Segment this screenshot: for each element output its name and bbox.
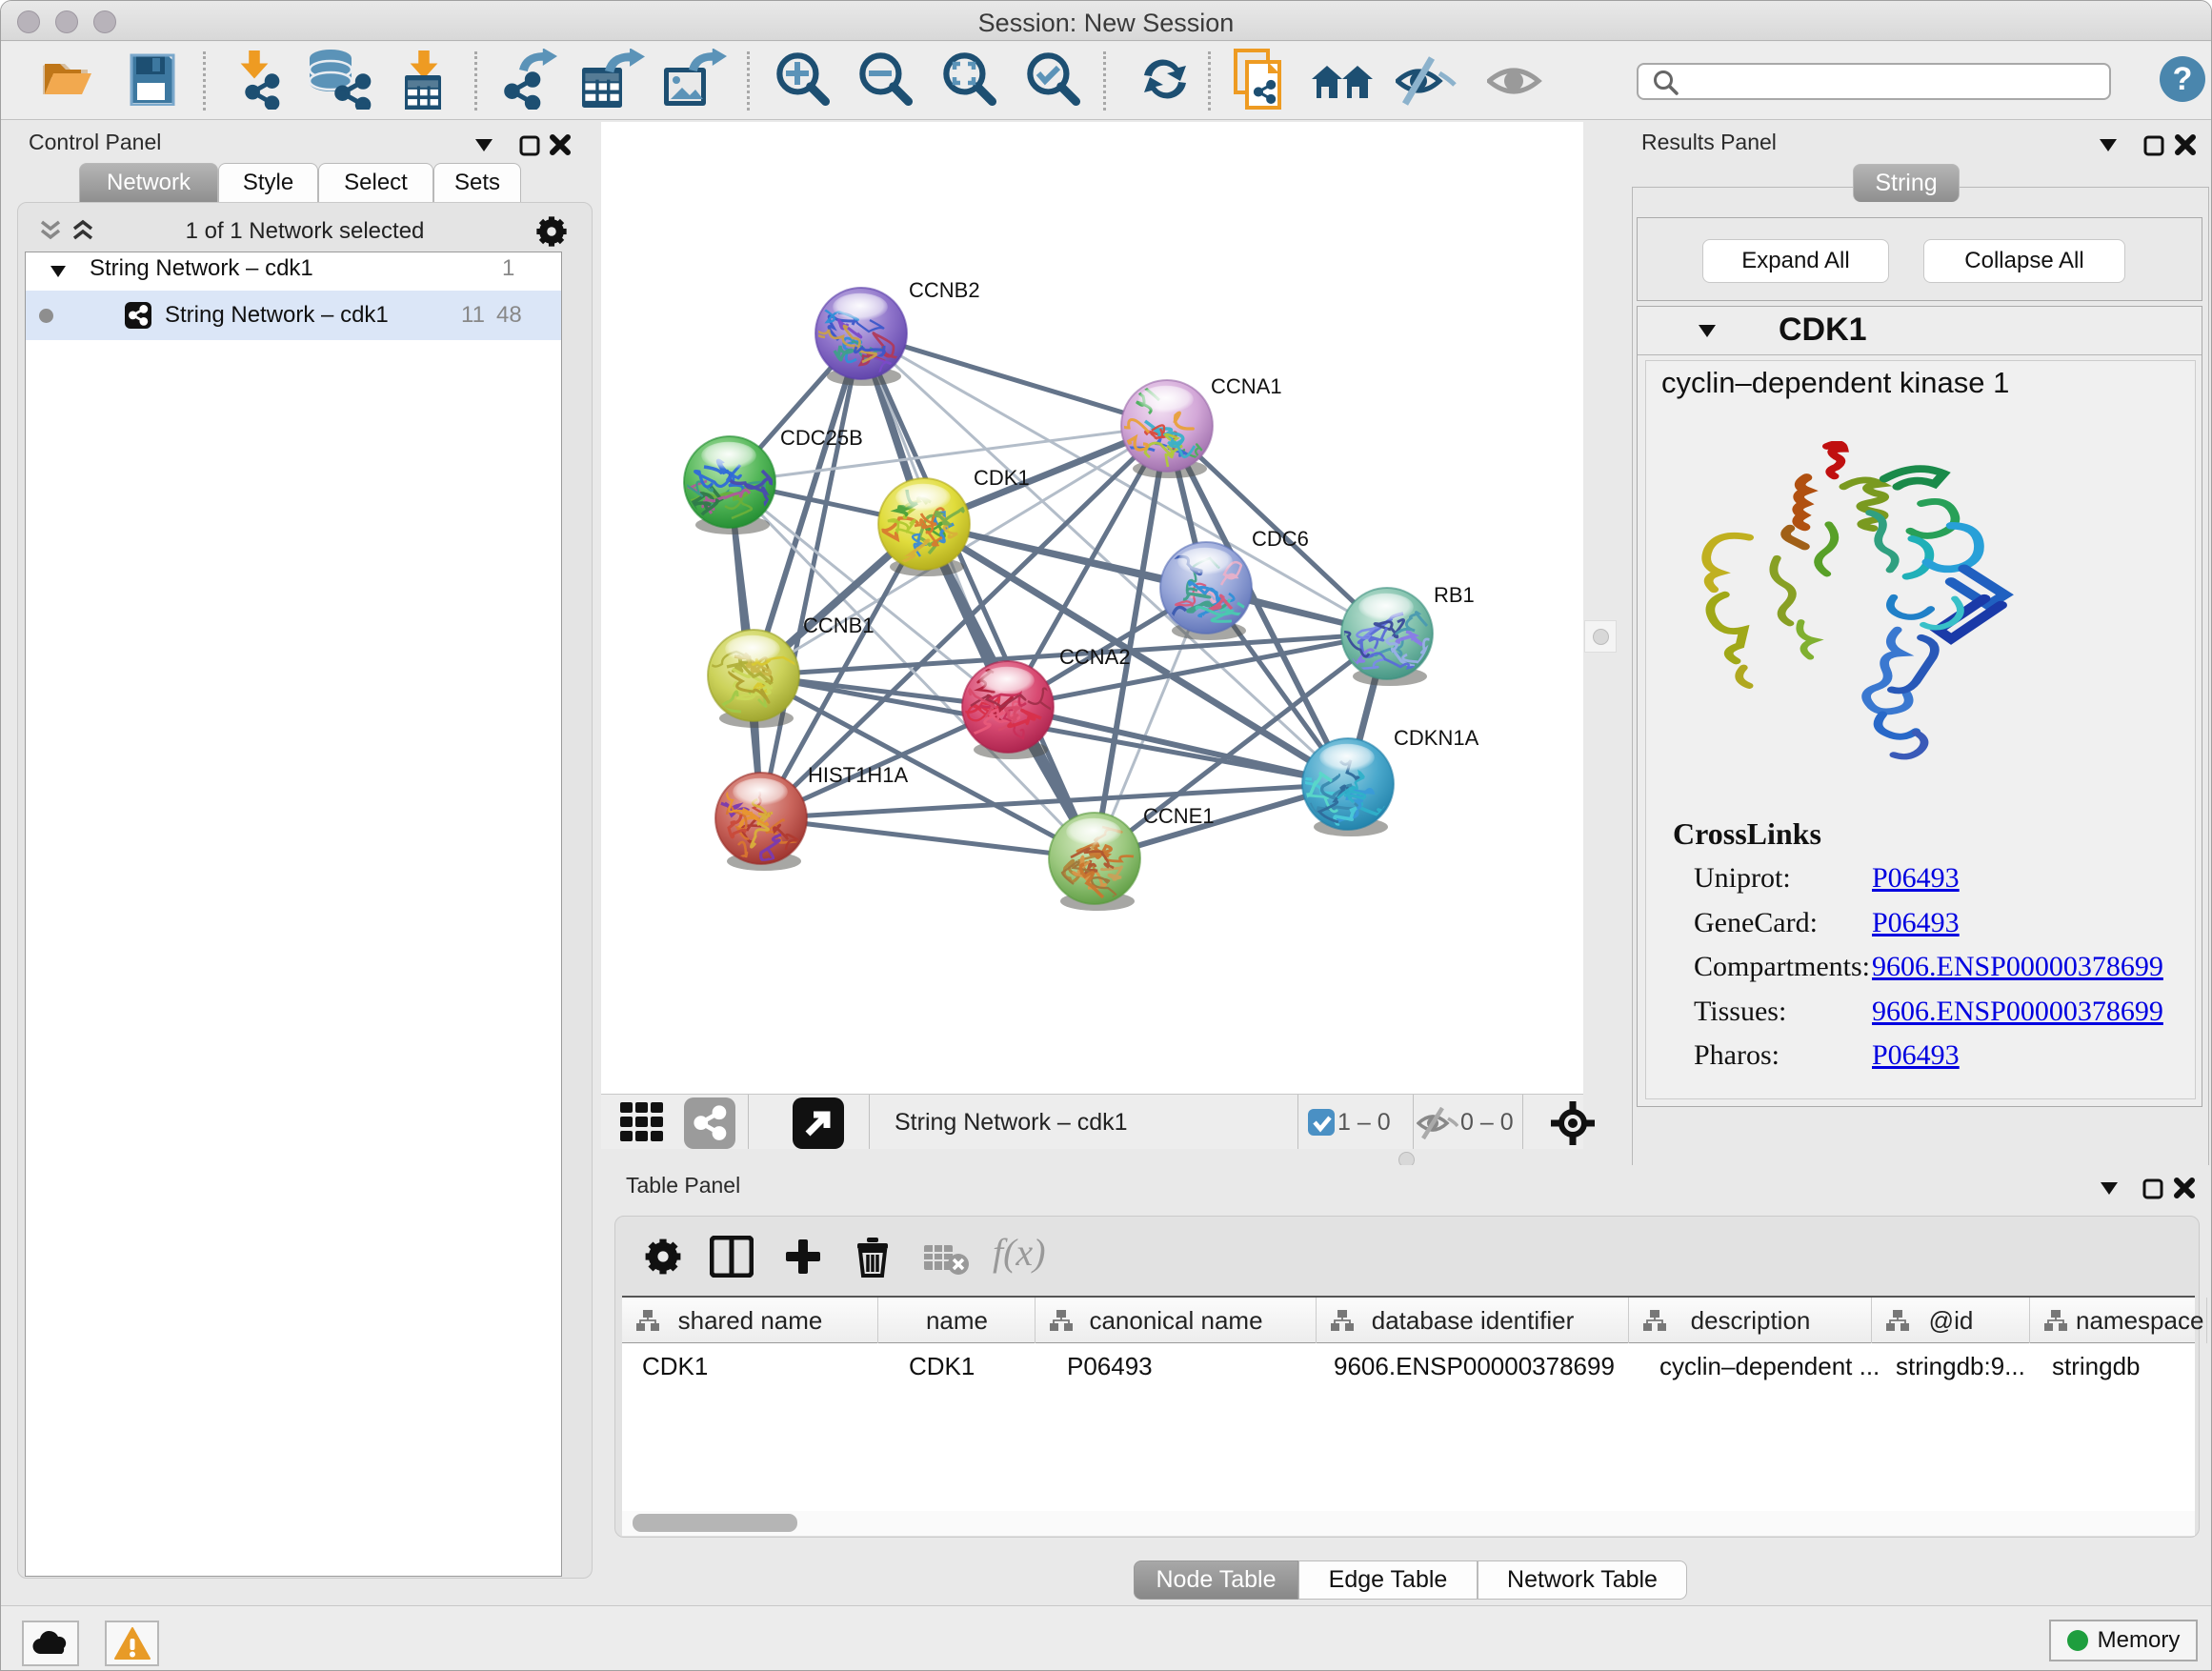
- svg-text:CDC25B: CDC25B: [780, 426, 863, 450]
- svg-text:CDC6: CDC6: [1252, 527, 1309, 551]
- svg-text:CCNB2: CCNB2: [909, 278, 980, 302]
- svg-text:CCNA1: CCNA1: [1211, 374, 1282, 398]
- svg-text:CCNE1: CCNE1: [1143, 804, 1215, 828]
- svg-text:CCNA2: CCNA2: [1059, 645, 1131, 669]
- svg-text:CDK1: CDK1: [974, 466, 1030, 490]
- svg-text:CDKN1A: CDKN1A: [1394, 726, 1479, 750]
- svg-text:?: ?: [2173, 61, 2193, 97]
- svg-text:HIST1H1A: HIST1H1A: [808, 763, 908, 787]
- svg-text:CCNB1: CCNB1: [803, 614, 875, 637]
- svg-text:RB1: RB1: [1434, 583, 1475, 607]
